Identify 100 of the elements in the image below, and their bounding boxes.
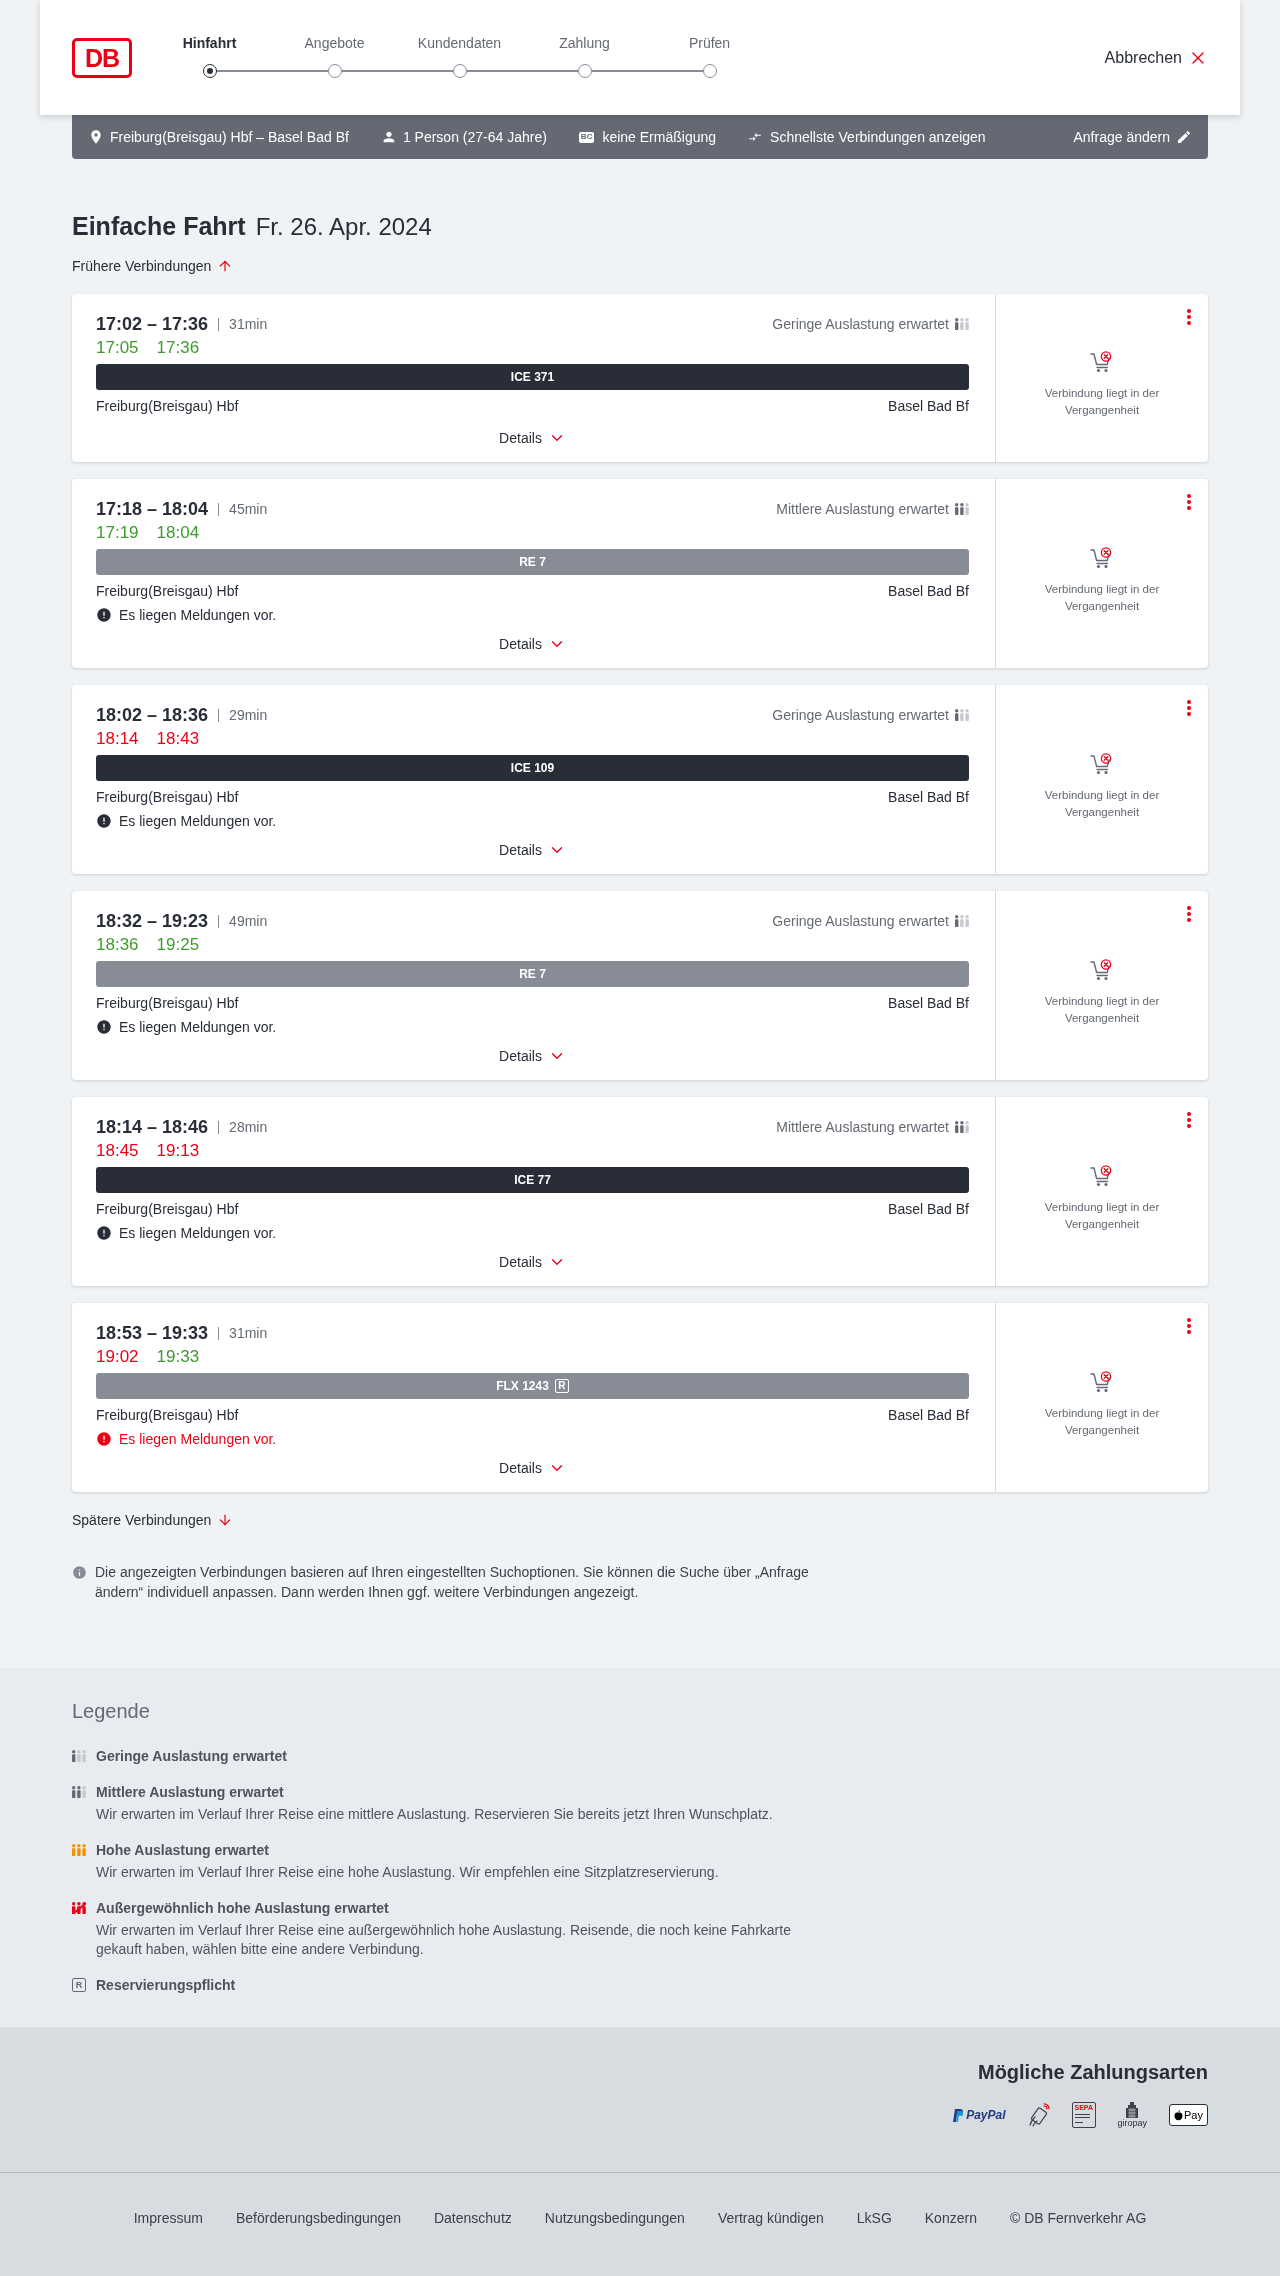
arrival-station: Basel Bad Bf [888, 1405, 969, 1425]
cart-unavailable-icon [1090, 752, 1114, 775]
train-name: ICE 371 [510, 369, 555, 386]
reservation-badge: R [72, 1978, 86, 1992]
step-label: Kundendaten [417, 34, 502, 53]
arrival-station: Basel Bad Bf [888, 581, 969, 601]
occupancy-label: Geringe Auslastung erwartet [772, 314, 949, 334]
earlier-connections-link[interactable]: Frühere Verbindungen [72, 256, 234, 276]
journey-times: 17:02 – 17:36 [96, 313, 209, 336]
details-button[interactable]: Details [499, 840, 566, 860]
journey-duration: 29min [229, 705, 268, 725]
footer-link[interactable]: © DB Fernverkehr AG [1009, 2208, 1147, 2228]
edit-request-button[interactable]: Anfrage ändern [1073, 126, 1192, 148]
notice-text: Es liegen Meldungen vor. [119, 1017, 277, 1037]
payment-title: Mögliche Zahlungsarten [977, 2060, 1208, 2085]
legend-item-title: Reservierungspflicht [96, 1975, 236, 1995]
departure-station: Freiburg(Breisgau) Hbf [96, 1405, 239, 1425]
notice-text: Es liegen Meldungen vor. [119, 811, 277, 831]
connection-status: Verbindung liegt in der Vergangenheit [1043, 581, 1161, 614]
footer-link[interactable]: Datenschutz [433, 2208, 512, 2228]
cart-unavailable-icon [1090, 1164, 1114, 1187]
journey-duration: 49min [229, 911, 268, 931]
realtime-time: 18:43 [156, 728, 200, 750]
info-icon [72, 1565, 87, 1580]
discount-text: keine Ermäßigung [602, 127, 717, 147]
connection-status: Verbindung liegt in der Vergangenheit [1043, 386, 1161, 418]
details-button[interactable]: Details [499, 1252, 566, 1272]
realtime-time: 18:04 [156, 522, 200, 544]
more-vertical-icon [1187, 1318, 1191, 1334]
cart-unavailable-icon [1090, 1370, 1114, 1393]
details-button[interactable]: Details [499, 1458, 566, 1478]
more-vertical-icon [1187, 700, 1191, 716]
connection-status: Verbindung liegt in der Vergangenheit [1043, 993, 1161, 1026]
cart-unavailable-icon [1090, 546, 1114, 569]
location-pin-icon [88, 129, 104, 145]
legend-item-description: Wir erwarten im Verlauf Ihrer Reise eine außergewöhnlich hohe Auslastung. Reisende, die noch keine Fahrkarte gekauft haben, wählen bitte eine andere Verbindung. [96, 1921, 792, 1959]
occupancy-label: Geringe Auslastung erwartet [772, 911, 949, 931]
connection-status: Verbindung liegt in der Vergangenheit [1043, 787, 1161, 820]
cancel-button[interactable]: Abbrechen [1104, 46, 1208, 70]
connection-status: Verbindung liegt in der Vergangenheit [1043, 1405, 1161, 1438]
more-vertical-icon [1187, 1112, 1191, 1128]
legend-item-title: Außergewöhnlich hohe Auslastung erwartet [96, 1898, 389, 1918]
details-button[interactable]: Details [499, 428, 566, 448]
realtime-time: 18:36 [96, 934, 139, 956]
train-name: RE 7 [519, 554, 546, 571]
occupancy-label: Mittlere Auslastung erwartet [776, 499, 949, 519]
realtime-time: 18:14 [96, 728, 139, 750]
later-connections-link[interactable]: Spätere Verbindungen [72, 1510, 234, 1530]
journey-duration: 28min [229, 1117, 268, 1137]
more-vertical-icon [1187, 309, 1191, 325]
footer-link[interactable]: Konzern [924, 2208, 977, 2228]
journey-duration: 31min [229, 314, 268, 334]
realtime-time: 19:33 [156, 1346, 200, 1368]
arrival-station: Basel Bad Bf [888, 1199, 969, 1219]
details-button[interactable]: Details [499, 634, 566, 654]
step-label: Hinfahrt [182, 34, 237, 53]
journey-duration: 31min [229, 1323, 268, 1343]
footer-link[interactable]: LkSG [856, 2208, 892, 2228]
legend-item-title: Hohe Auslastung erwartet [96, 1840, 269, 1860]
swap-arrows-icon [748, 130, 763, 144]
passenger-text: 1 Person (27-64 Jahre) [402, 127, 547, 147]
realtime-time: 18:45 [96, 1140, 139, 1162]
departure-station: Freiburg(Breisgau) Hbf [96, 1199, 239, 1219]
footer-link[interactable]: Impressum [133, 2208, 203, 2228]
connection-status: Verbindung liegt in der Vergangenheit [1043, 1199, 1161, 1232]
cart-unavailable-icon [1090, 958, 1114, 981]
train-name: FLX 1243 [496, 1378, 549, 1395]
train-name: ICE 77 [514, 1172, 551, 1189]
pencil-icon [1176, 129, 1192, 145]
search-option-text: Schnellste Verbindungen anzeigen [770, 127, 986, 147]
realtime-time: 17:19 [96, 522, 139, 544]
bahncard-badge: BC [578, 131, 595, 143]
giropay-logo: giropay [1117, 2101, 1148, 2129]
more-vertical-icon [1187, 906, 1191, 922]
details-button[interactable]: Details [499, 1046, 566, 1066]
footer-link[interactable]: Beförderungsbedingungen [235, 2208, 401, 2228]
journey-times: 18:02 – 18:36 [96, 704, 209, 727]
realtime-time: 19:13 [156, 1140, 200, 1162]
departure-station: Freiburg(Breisgau) Hbf [96, 993, 239, 1013]
arrival-station: Basel Bad Bf [888, 993, 969, 1013]
journey-times: 17:18 – 18:04 [96, 498, 209, 521]
arrival-station: Basel Bad Bf [888, 787, 969, 807]
departure-station: Freiburg(Breisgau) Hbf [96, 396, 239, 416]
journey-date-heading: Fr. 26. Apr. 2024 [255, 212, 432, 242]
route-text: Freiburg(Breisgau) Hbf – Basel Bad Bf [110, 127, 349, 147]
occupancy-label: Mittlere Auslastung erwartet [776, 1117, 949, 1137]
realtime-time: 19:25 [156, 934, 200, 956]
legend-item-title: Geringe Auslastung erwartet [96, 1746, 287, 1766]
reservation-badge: R [554, 1379, 569, 1393]
departure-station: Freiburg(Breisgau) Hbf [96, 787, 239, 807]
realtime-time: 17:36 [156, 337, 200, 359]
footer-link[interactable]: Nutzungsbedingungen [544, 2208, 685, 2228]
step-label: Angebote [304, 34, 365, 53]
legend-item-description: Wir erwarten im Verlauf Ihrer Reise eine hohe Auslastung. Wir empfehlen eine Sitzplatzreservierung. [96, 1863, 720, 1882]
legend-title: Legende [72, 1699, 150, 1724]
footer-link[interactable]: Vertrag kündigen [717, 2208, 824, 2228]
train-name: RE 7 [519, 966, 546, 983]
logo[interactable]: DB [72, 38, 132, 78]
train-name: ICE 109 [510, 760, 555, 777]
realtime-time: 19:02 [96, 1346, 139, 1368]
